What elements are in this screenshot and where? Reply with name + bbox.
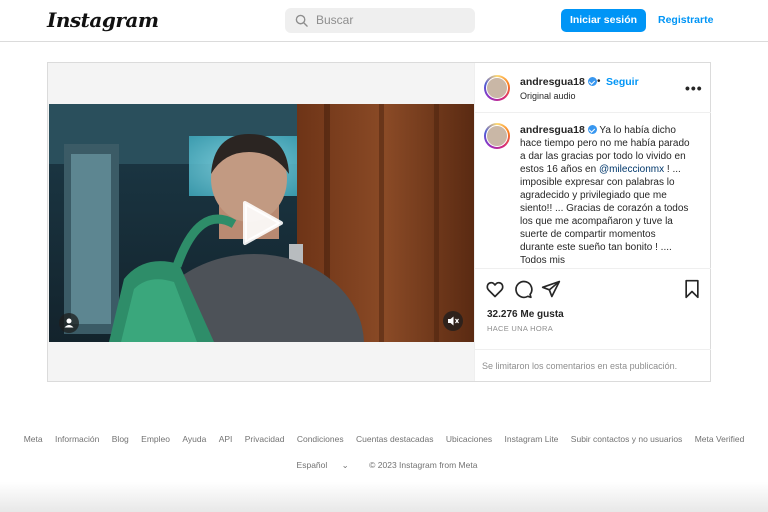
caption-mention-link[interactable]: @mileccionmx xyxy=(599,164,664,175)
post-sidebar: andresgua18 • Seguir Original audio ••• … xyxy=(474,63,711,381)
footer-link-contact-uploading[interactable]: Subir contactos y no usuarios xyxy=(571,434,683,444)
share-icon[interactable] xyxy=(541,279,561,299)
bottom-fade xyxy=(0,482,768,512)
footer-link-help[interactable]: Ayuda xyxy=(182,434,206,444)
post-video[interactable] xyxy=(49,104,474,342)
bookmark-icon[interactable] xyxy=(683,279,701,299)
post-card: andresgua18 • Seguir Original audio ••• … xyxy=(47,62,711,382)
post-header: andresgua18 • Seguir Original audio ••• xyxy=(475,63,711,113)
comment-icon[interactable] xyxy=(513,279,533,299)
footer-link-top-accounts[interactable]: Cuentas destacadas xyxy=(356,434,434,444)
more-options-icon[interactable]: ••• xyxy=(685,80,703,96)
verified-badge-icon xyxy=(587,125,597,134)
footer-link-meta-verified[interactable]: Meta Verified xyxy=(695,434,745,444)
play-icon[interactable] xyxy=(242,200,284,246)
login-button[interactable]: Iniciar sesión xyxy=(561,9,646,32)
footer-link-meta[interactable]: Meta xyxy=(24,434,43,444)
footer-link-terms[interactable]: Condiciones xyxy=(297,434,344,444)
separator-dot: • xyxy=(597,76,601,87)
footer-link-info[interactable]: Información xyxy=(55,434,99,444)
footer-link-privacy[interactable]: Privacidad xyxy=(245,434,285,444)
search-placeholder: Buscar xyxy=(316,13,354,27)
chevron-down-icon: ⌄ xyxy=(341,460,349,470)
search-icon xyxy=(295,14,308,27)
caption-author-avatar[interactable] xyxy=(484,123,510,149)
footer-link-jobs[interactable]: Empleo xyxy=(141,434,170,444)
original-audio-link[interactable]: Original audio xyxy=(520,91,576,101)
likes-count[interactable]: 32.276 Me gusta xyxy=(487,309,564,320)
caption-author-username[interactable]: andresgua18 xyxy=(520,124,597,136)
verified-badge-icon xyxy=(587,77,597,86)
post-caption: andresgua18 Ya lo había dicho hace tiemp… xyxy=(520,124,690,266)
footer-link-locations[interactable]: Ubicaciones xyxy=(446,434,492,444)
register-link[interactable]: Registrarte xyxy=(658,9,713,32)
footer-link-instagram-lite[interactable]: Instagram Lite xyxy=(505,434,559,444)
copyright-text: © 2023 Instagram from Meta xyxy=(369,460,478,470)
post-timestamp[interactable]: HACE UNA HORA xyxy=(487,324,553,333)
footer-link-api[interactable]: API xyxy=(219,434,233,444)
mute-icon[interactable] xyxy=(443,311,463,331)
author-username[interactable]: andresgua18 xyxy=(520,76,597,88)
heart-icon[interactable] xyxy=(485,279,505,299)
footer-link-blog[interactable]: Blog xyxy=(112,434,129,444)
post-media-area xyxy=(48,63,474,381)
post-actions: 32.276 Me gusta HACE UNA HORA Se limitar… xyxy=(475,271,711,381)
footer-links: Meta Información Blog Empleo Ayuda API P… xyxy=(0,434,768,444)
search-input[interactable]: Buscar xyxy=(285,8,475,33)
follow-button[interactable]: Seguir xyxy=(606,76,639,88)
top-navigation-bar: Instagram Buscar Iniciar sesión Registra… xyxy=(0,0,768,42)
language-selector[interactable]: Español ⌄ xyxy=(291,460,355,470)
author-avatar[interactable] xyxy=(484,75,510,101)
caption-section: andresgua18 Ya lo había dicho hace tiemp… xyxy=(475,113,711,269)
user-tag-icon[interactable] xyxy=(59,313,79,333)
caption-text-2: ! ... imposible expresar con palabras lo… xyxy=(520,164,689,266)
instagram-logo[interactable]: Instagram xyxy=(47,8,159,32)
footer-bottom: Español ⌄ © 2023 Instagram from Meta xyxy=(0,460,768,471)
comments-limited-notice: Se limitaron los comentarios en esta pub… xyxy=(475,349,711,381)
